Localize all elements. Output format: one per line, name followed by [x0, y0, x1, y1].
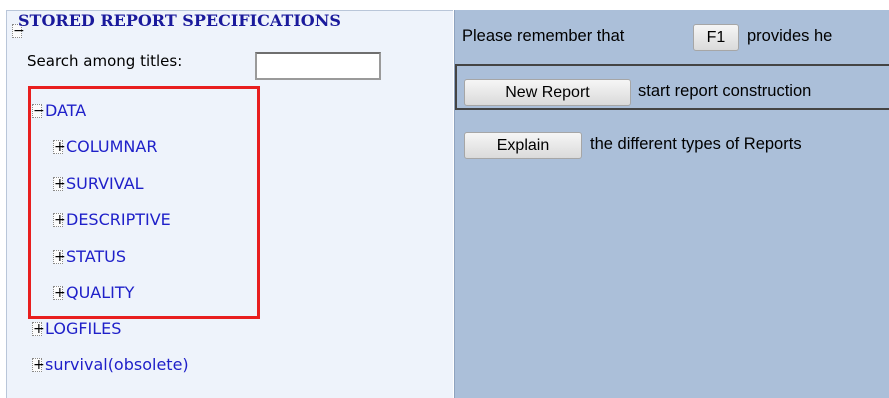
expand-toggle-survival-obsolete[interactable]: +	[32, 358, 45, 372]
explain-description: the different types of Reports	[590, 135, 802, 153]
new-report-button[interactable]: New Report	[464, 79, 631, 106]
search-label: Search among titles:	[27, 52, 183, 70]
search-input[interactable]	[255, 52, 381, 80]
highlight-box	[28, 86, 260, 319]
reminder-suffix-text: provides he	[747, 27, 833, 45]
tree-item-survival-obsolete[interactable]: survival(obsolete)	[45, 355, 189, 374]
f1-help-button[interactable]: F1	[693, 24, 739, 51]
panel-title: STORED REPORT SPECIFICATIONS	[18, 11, 341, 30]
expand-toggle-logfiles[interactable]: +	[32, 322, 45, 336]
tree-item-logfiles[interactable]: LOGFILES	[45, 319, 121, 338]
new-report-description: start report construction	[638, 82, 812, 100]
explain-button[interactable]: Explain	[464, 132, 582, 159]
reminder-text: Please remember that	[462, 27, 625, 45]
